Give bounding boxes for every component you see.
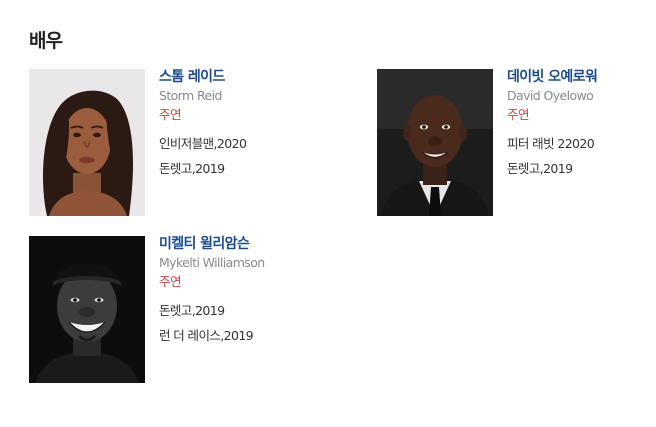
actor-role: 주연 bbox=[507, 107, 530, 122]
work-title: 돈렛고 bbox=[507, 161, 540, 176]
filmography-list: 피터 래빗 22020 돈렛고,2019 bbox=[507, 137, 656, 176]
actor-role: 주연 bbox=[159, 107, 182, 122]
actor-card: 미켈티 윌리암슨 Mykelti Williamson 주연 돈렛고,2019 … bbox=[29, 236, 319, 386]
work-year: 2019 bbox=[195, 161, 225, 176]
work-year: 2019 bbox=[195, 303, 225, 318]
section-title: 배우 bbox=[29, 30, 63, 52]
work-year: 2019 bbox=[223, 328, 254, 343]
work-title: 인비저블맨 bbox=[159, 136, 214, 151]
actor-english-name: Storm Reid bbox=[159, 88, 222, 103]
filmography-item[interactable]: 런 더 레이스,2019 bbox=[159, 329, 319, 343]
actor-info: 스톰 레이드 Storm Reid 주연 인비저블맨,2020 돈렛고,2019 bbox=[159, 69, 319, 187]
actor-card: 데이빗 오예로워 David Oyelowo 주연 피터 래빗 22020 돈렛… bbox=[377, 69, 656, 219]
actor-name-link[interactable]: 미켈티 윌리암슨 bbox=[159, 236, 319, 252]
actor-english-name: Mykelti Williamson bbox=[159, 255, 265, 270]
portrait-david-oyelowo bbox=[377, 69, 493, 216]
actor-photo[interactable] bbox=[377, 69, 493, 216]
actor-info: 미켈티 윌리암슨 Mykelti Williamson 주연 돈렛고,2019 … bbox=[159, 236, 319, 354]
work-year: 2020 bbox=[564, 136, 595, 151]
portrait-mykelti-williamson bbox=[29, 236, 145, 383]
portrait-storm-reid bbox=[29, 69, 145, 216]
filmography-item[interactable]: 인비저블맨,2020 bbox=[159, 137, 319, 151]
work-title: 피터 래빗 2 bbox=[507, 136, 565, 151]
filmography-list: 인비저블맨,2020 돈렛고,2019 bbox=[159, 137, 319, 176]
work-title: 런 더 레이스 bbox=[159, 328, 221, 343]
actor-name-link[interactable]: 데이빗 오예로워 bbox=[507, 69, 656, 85]
actor-info: 데이빗 오예로워 David Oyelowo 주연 피터 래빗 22020 돈렛… bbox=[507, 69, 656, 187]
actor-english-name: David Oyelowo bbox=[507, 88, 594, 103]
filmography-list: 돈렛고,2019 런 더 레이스,2019 bbox=[159, 304, 319, 343]
filmography-item[interactable]: 돈렛고,2019 bbox=[507, 162, 656, 176]
actor-photo[interactable] bbox=[29, 69, 145, 216]
actor-name-link[interactable]: 스톰 레이드 bbox=[159, 69, 319, 85]
work-year: 2020 bbox=[216, 136, 247, 151]
work-year: 2019 bbox=[543, 161, 573, 176]
filmography-item[interactable]: 피터 래빗 22020 bbox=[507, 137, 656, 151]
actor-section: 배우 스톰 레이드 Storm Reid 주연 인비저블맨,2020 돈렛고,2… bbox=[0, 0, 656, 427]
actor-photo[interactable] bbox=[29, 236, 145, 383]
actor-role: 주연 bbox=[159, 274, 182, 289]
filmography-item[interactable]: 돈렛고,2019 bbox=[159, 162, 319, 176]
work-title: 돈렛고 bbox=[159, 161, 192, 176]
work-title: 돈렛고 bbox=[159, 303, 192, 318]
actor-card: 스톰 레이드 Storm Reid 주연 인비저블맨,2020 돈렛고,2019 bbox=[29, 69, 319, 219]
filmography-item[interactable]: 돈렛고,2019 bbox=[159, 304, 319, 318]
